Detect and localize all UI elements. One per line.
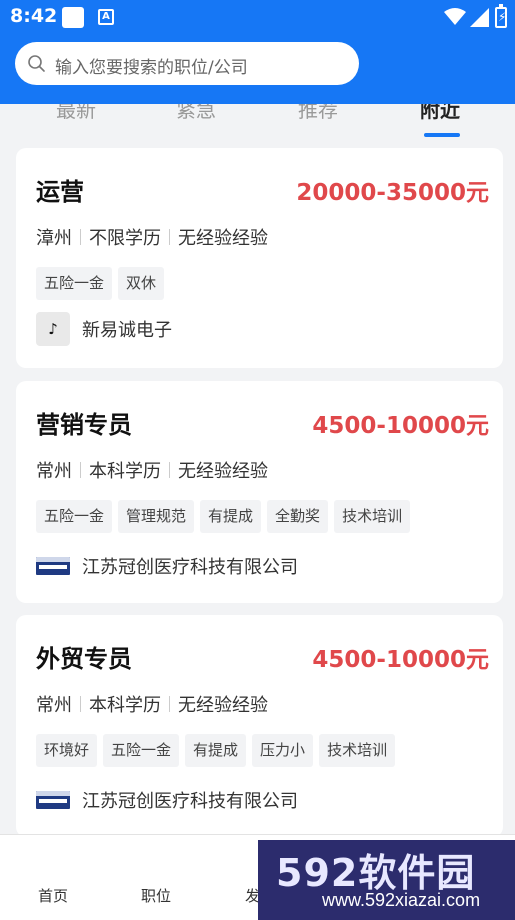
company-info: ♪ 新易诚电子 (36, 312, 172, 346)
app-header: 8:42 A ⚡ 输入您要搜索的职位/公司 (0, 0, 515, 104)
guanchu-logo-icon (36, 791, 70, 809)
guanchu-logo-icon (36, 557, 70, 575)
notification-icon (62, 7, 84, 28)
job-tag: 全勤奖 (267, 500, 329, 533)
job-card[interactable]: 营销专员 4500-10000元 常州 本科学历 无经验经验 五险一金 管理规范… (16, 381, 503, 603)
job-meta: 漳州 不限学历 无经验经验 (36, 224, 268, 250)
job-location: 常州 (36, 695, 72, 716)
search-icon (28, 55, 45, 72)
job-meta: 常州 本科学历 无经验经验 (36, 691, 268, 717)
divider (80, 229, 81, 245)
battery-icon: ⚡ (495, 4, 507, 28)
nav-jobs[interactable]: 职位 (141, 885, 171, 906)
job-tags: 五险一金 双休 (36, 267, 165, 300)
job-location: 漳州 (36, 228, 72, 249)
job-salary: 20000-35000元 (296, 180, 489, 206)
job-card[interactable]: 运营 20000-35000元 漳州 不限学历 无经验经验 五险一金 双休 ♪ … (16, 148, 503, 368)
job-experience: 无经验经验 (178, 461, 268, 482)
company-name: 新易诚电子 (82, 320, 172, 341)
job-education: 不限学历 (89, 228, 161, 249)
job-tag: 五险一金 (36, 500, 113, 533)
divider (169, 462, 170, 478)
job-title: 营销专员 (36, 411, 132, 439)
status-bar: 8:42 A ⚡ (0, 0, 515, 34)
job-education: 本科学历 (89, 461, 161, 482)
watermark: 592软件园 www.592xiazai.com (258, 840, 515, 920)
job-tags: 环境好 五险一金 有提成 压力小 技术培训 (36, 734, 396, 767)
signal-icon (470, 8, 489, 27)
company-name: 江苏冠创医疗科技有限公司 (82, 791, 298, 812)
job-tag: 技术培训 (319, 734, 396, 767)
job-salary: 4500-10000元 (312, 647, 489, 673)
tiktok-logo-icon: ♪ (36, 312, 70, 346)
job-tag: 压力小 (252, 734, 314, 767)
company-name: 江苏冠创医疗科技有限公司 (82, 557, 298, 578)
job-tag: 技术培训 (334, 500, 411, 533)
status-time: 8:42 (10, 5, 58, 27)
divider (80, 462, 81, 478)
job-card[interactable]: 外贸专员 4500-10000元 常州 本科学历 无经验经验 环境好 五险一金 … (16, 615, 503, 837)
job-tag: 五险一金 (103, 734, 180, 767)
divider (169, 229, 170, 245)
search-placeholder: 输入您要搜索的职位/公司 (55, 58, 248, 78)
job-tag: 五险一金 (36, 267, 113, 300)
nav-home[interactable]: 首页 (38, 885, 68, 906)
job-tags: 五险一金 管理规范 有提成 全勤奖 技术培训 (36, 500, 411, 533)
search-input[interactable]: 输入您要搜索的职位/公司 (15, 42, 359, 85)
watermark-logo: 592软件园 (276, 851, 476, 895)
tab-bar: 最新 紧急 推荐 附近 (0, 98, 515, 142)
job-meta: 常州 本科学历 无经验经验 (36, 457, 268, 483)
watermark-url: www.592xiazai.com (322, 890, 481, 910)
job-salary: 4500-10000元 (312, 413, 489, 439)
job-tag: 有提成 (200, 500, 262, 533)
job-tag: 双休 (118, 267, 165, 300)
job-title: 运营 (36, 178, 84, 206)
company-info: 江苏冠创医疗科技有限公司 (36, 553, 298, 579)
notification-badge-icon: A (98, 9, 114, 25)
job-tag: 环境好 (36, 734, 98, 767)
job-education: 本科学历 (89, 695, 161, 716)
job-tag: 有提成 (185, 734, 247, 767)
tab-active-indicator (424, 133, 460, 137)
job-title: 外贸专员 (36, 645, 132, 673)
wifi-icon (444, 8, 466, 25)
company-info: 江苏冠创医疗科技有限公司 (36, 787, 298, 813)
job-location: 常州 (36, 461, 72, 482)
job-tag: 管理规范 (118, 500, 195, 533)
divider (80, 696, 81, 712)
divider (169, 696, 170, 712)
job-experience: 无经验经验 (178, 695, 268, 716)
job-experience: 无经验经验 (178, 228, 268, 249)
